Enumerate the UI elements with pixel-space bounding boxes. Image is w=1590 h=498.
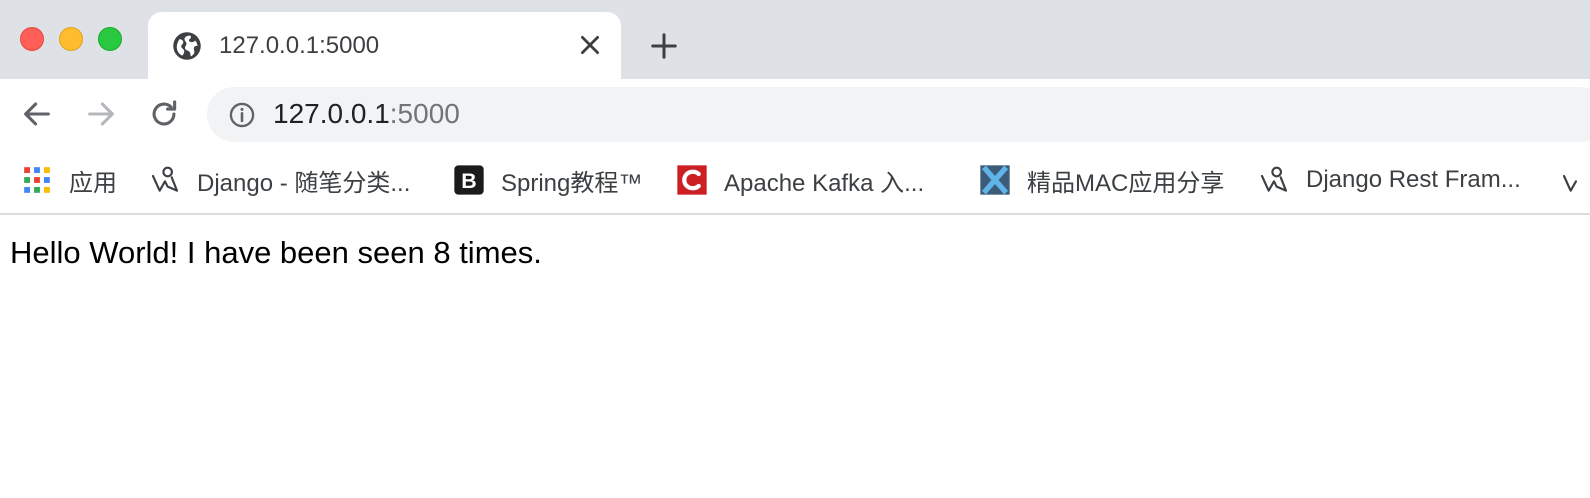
back-arrow-icon[interactable] bbox=[20, 97, 54, 131]
tab-strip: 127.0.0.1:5000 bbox=[0, 0, 1590, 79]
bookmark-mac-apps[interactable]: 精品MAC应用分享 bbox=[979, 162, 1224, 198]
bookmark-label: Spring教程™ bbox=[501, 169, 643, 197]
page-content: Hello World! I have been seen 8 times. bbox=[0, 215, 1590, 498]
address-bar[interactable]: 127.0.0.1:5000 bbox=[207, 87, 1590, 142]
c-logo-icon bbox=[677, 165, 707, 195]
bookmark-label: Django Rest Fram... bbox=[1306, 166, 1521, 193]
bookmark-label: Django - 随笔分类... bbox=[197, 169, 411, 197]
bookmark-overflow[interactable] bbox=[1560, 162, 1590, 198]
bookmark-label: 应用 bbox=[69, 169, 117, 197]
url-port: :5000 bbox=[389, 98, 460, 129]
reload-icon[interactable] bbox=[147, 97, 181, 131]
bookmark-label: 精品MAC应用分享 bbox=[1027, 169, 1225, 197]
bookmark-django-blog[interactable]: Django - 随笔分类... bbox=[149, 162, 410, 198]
info-icon[interactable] bbox=[228, 101, 256, 129]
x-logo-icon bbox=[980, 165, 1010, 195]
plus-icon[interactable] bbox=[649, 31, 679, 61]
window-maximize-button[interactable] bbox=[98, 27, 122, 51]
url-text[interactable]: 127.0.0.1:5000 bbox=[273, 98, 460, 130]
page-message: Hello World! I have been seen 8 times. bbox=[10, 235, 542, 270]
browser-toolbar: 127.0.0.1:5000 bbox=[0, 79, 1590, 150]
url-host: 127.0.0.1 bbox=[273, 98, 390, 129]
active-tab[interactable]: 127.0.0.1:5000 bbox=[148, 12, 621, 79]
window-close-button[interactable] bbox=[20, 27, 44, 51]
bookmark-label: Apache Kafka 入... bbox=[724, 169, 925, 197]
bookmark-apps[interactable]: 应用 bbox=[23, 162, 117, 198]
window-controls bbox=[20, 27, 137, 51]
django-figure-icon bbox=[151, 166, 179, 192]
svg-text:B: B bbox=[461, 169, 476, 193]
bookmark-spring[interactable]: B Spring教程™ bbox=[453, 162, 642, 198]
globe-icon bbox=[173, 32, 201, 60]
django-figure-icon bbox=[1562, 174, 1578, 192]
bookmark-django-rest[interactable]: Django Rest Fram... bbox=[1258, 162, 1521, 198]
window-minimize-button[interactable] bbox=[59, 27, 83, 51]
close-icon[interactable] bbox=[577, 32, 603, 58]
django-figure-icon bbox=[1260, 166, 1288, 192]
browser-window: 127.0.0.1:5000 127.0.0.1:5000 应用 Django … bbox=[0, 0, 1590, 498]
apps-grid-icon bbox=[24, 167, 50, 193]
bookmark-kafka[interactable]: Apache Kafka 入... bbox=[676, 162, 924, 198]
bookmarks-bar: 应用 Django - 随笔分类... B Spring教程™ Apache K… bbox=[0, 150, 1590, 215]
b-logo-icon: B bbox=[454, 165, 484, 195]
tab-title: 127.0.0.1:5000 bbox=[219, 32, 380, 59]
forward-arrow-icon[interactable] bbox=[84, 97, 118, 131]
